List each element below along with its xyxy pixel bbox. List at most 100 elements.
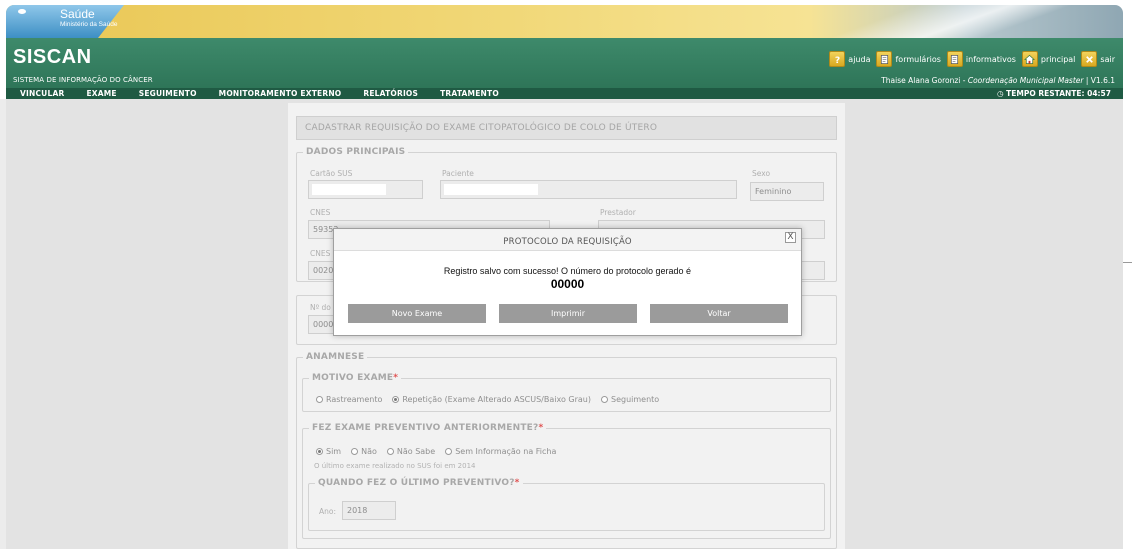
preventivo-nao-label: Não [361,447,377,456]
logout-link[interactable]: sair [1081,51,1115,67]
radio-icon [316,396,323,403]
clock-icon: ◷ [997,89,1007,98]
forms-link-label: formulários [895,54,941,64]
home-link-label: principal [1040,54,1076,64]
svg-text:?: ? [835,55,840,65]
logout-link-label: sair [1100,54,1115,64]
preventivo-hint: O último exame realizado no SUS foi em 2… [314,462,476,470]
timer-label: TEMPO RESTANTE: 04:57 [1006,89,1111,98]
app-header: SISCAN SISTEMA DE INFORMAÇÃO DO CÂNCER ?… [6,38,1123,88]
close-icon [1081,51,1098,67]
paciente-input[interactable] [440,180,737,199]
sexo-label: Sexo [752,169,771,178]
radio-checked-icon [392,396,400,403]
banner-streak [766,5,1123,38]
protocol-number: 00000 [550,277,585,291]
cnes-label: CNES [310,208,331,217]
logo-dot-icon [18,9,26,14]
motivo-radio-group: Rastreamento Repetição (Exame Alterado A… [316,395,659,404]
radio-icon [351,448,359,455]
preventivo-sim[interactable]: Sim [316,447,341,456]
preventivo-nao-sabe-label: Não Sabe [396,447,436,456]
radio-checked-icon [316,448,323,455]
nav-tratamento[interactable]: TRATAMENTO [440,89,499,98]
page-right-strip [1123,0,1132,549]
system-title: SISCAN [13,46,92,68]
forms-link[interactable]: formulários [876,51,941,67]
document-icon [876,51,893,67]
voltar-button[interactable]: Voltar [650,304,788,323]
news-link[interactable]: informativos [946,51,1016,67]
modal-close-button[interactable]: X [785,232,796,243]
cartao-sus-label: Cartão SUS [310,169,353,178]
ano-label: Ano: [319,507,336,516]
system-subtitle: SISTEMA DE INFORMAÇÃO DO CÂNCER [13,76,153,84]
modal-message: Registro salvo com sucesso! O número do … [443,266,692,276]
protocolo-label: Nº do [310,303,331,312]
brand-text: Saúde Ministério da Saúde [60,8,117,29]
header-links: ? ajuda formulários informativos princip… [827,51,1115,67]
imprimir-button[interactable]: Imprimir [499,304,637,323]
motivo-seguimento[interactable]: Seguimento [600,395,660,404]
required-mark: * [538,423,544,433]
nav-seguimento[interactable]: SEGUIMENTO [139,89,197,98]
motivo-legend-text: MOTIVO EXAME [312,373,394,383]
preventivo-legend: FEZ EXAME PREVENTIVO ANTERIORMENTE?* [309,423,546,433]
anamnese-legend: ANAMNESE [306,352,365,362]
preventivo-nao-sabe[interactable]: Não Sabe [386,447,436,456]
help-icon: ? [829,51,846,67]
radio-icon [600,396,608,403]
preventivo-legend-text: FEZ EXAME PREVENTIVO ANTERIORMENTE? [312,423,539,433]
motivo-seguimento-label: Seguimento [610,395,660,404]
preventivo-sim-label: Sim [326,447,342,456]
required-mark: * [393,373,399,383]
app-version: | V1.6.1 [1083,76,1115,85]
motivo-fieldset: MOTIVO EXAME* [302,373,831,412]
protocol-modal: PROTOCOLO DA REQUISIÇÃO X Registro salvo… [333,228,802,336]
motivo-legend: MOTIVO EXAME* [309,373,401,383]
session-timer: ◷ TEMPO RESTANTE: 04:57 [997,89,1111,98]
divider [1123,262,1132,263]
paciente-label: Paciente [442,169,474,178]
motivo-repeticao-label: Repetição (Exame Alterado ASCUS/Baixo Gr… [402,395,591,404]
cartao-sus-input[interactable] [308,180,423,199]
preventivo-sem-informacao[interactable]: Sem Informação na Ficha [445,447,556,456]
home-link[interactable]: principal [1021,51,1076,67]
preventivo-radio-group: Sim Não Não Sabe Sem Informação na Ficha [316,447,556,456]
ano-input[interactable]: 2018 [342,501,396,520]
main-nav: VINCULAR EXAME SEGUIMENTO MONITORAMENTO … [6,88,1123,99]
prestador-label: Prestador [600,208,636,217]
preventivo-sem-informacao-label: Sem Informação na Ficha [455,447,557,456]
motivo-rastreamento[interactable]: Rastreamento [316,395,382,404]
top-banner: Saúde Ministério da Saúde [6,5,1123,38]
dados-principais-legend: DADOS PRINCIPAIS [306,147,406,157]
document-icon [946,51,963,67]
ultimo-preventivo-legend: QUANDO FEZ O ÚLTIMO PREVENTIVO?* [315,478,523,488]
cnes2-label: CNES [310,249,331,258]
radio-icon [386,448,394,455]
motivo-repeticao[interactable]: Repetição (Exame Alterado ASCUS/Baixo Gr… [392,395,591,404]
required-mark: * [514,478,520,488]
home-icon [1021,51,1038,67]
user-name: Thaise Alana Goronzi [881,76,961,85]
user-separator: - [960,76,968,85]
form-title: CADASTRAR REQUISIÇÃO DO EXAME CITOPATOLÓ… [296,116,837,140]
motivo-rastreamento-label: Rastreamento [326,395,383,404]
brand-ministry: Ministério da Saúde [60,21,118,28]
nav-vincular[interactable]: VINCULAR [20,89,64,98]
nav-exame[interactable]: EXAME [86,89,116,98]
nav-relatorios[interactable]: RELATÓRIOS [363,89,418,98]
ultimo-legend-text: QUANDO FEZ O ÚLTIMO PREVENTIVO? [318,478,515,488]
nav-monitoramento-externo[interactable]: MONITORAMENTO EXTERNO [219,89,342,98]
novo-exame-button[interactable]: Novo Exame [348,304,486,323]
user-info: Thaise Alana Goronzi - Coordenação Munic… [881,76,1115,85]
brand-saude: Saúde [60,7,95,21]
radio-icon [445,448,453,455]
user-role: Coordenação Municipal Master [967,76,1084,85]
help-link-label: ajuda [848,54,871,64]
sexo-select[interactable]: Feminino [750,182,824,201]
help-link[interactable]: ? ajuda [829,51,870,67]
news-link-label: informativos [965,54,1016,64]
modal-title: PROTOCOLO DA REQUISIÇÃO [334,229,801,251]
preventivo-nao[interactable]: Não [351,447,377,456]
